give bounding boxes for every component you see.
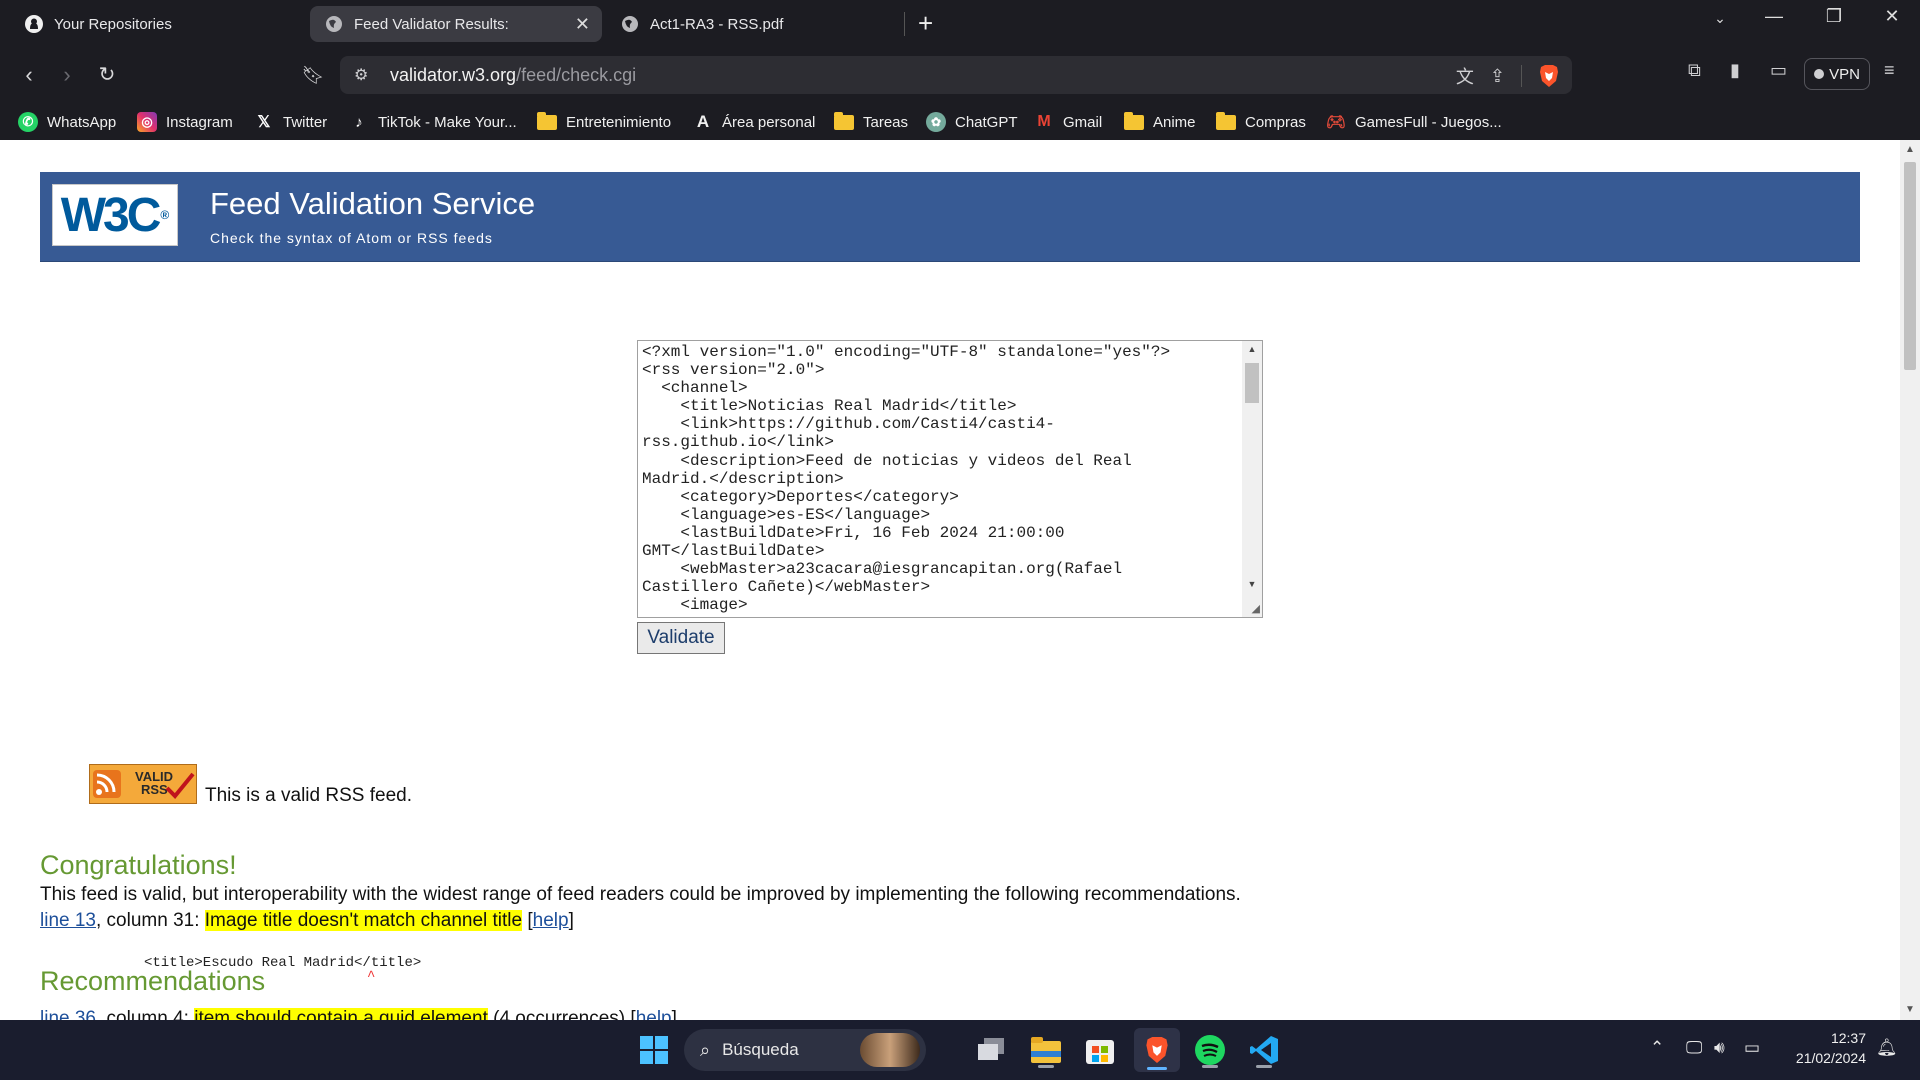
x-icon: 𝕏	[257, 114, 271, 131]
microsoft-store-icon[interactable]	[1080, 1030, 1120, 1070]
recommendation-message: Image title doesn't match channel title	[204, 910, 523, 931]
recommendation-item: line 13, column 31: Image title doesn't …	[40, 910, 574, 931]
bookmark-chatgpt[interactable]: ✿ ChatGPT	[926, 110, 1018, 134]
globe-icon	[324, 14, 344, 34]
reload-button[interactable]: ↻	[92, 60, 122, 90]
tab-your-repositories[interactable]: Your Repositories	[10, 6, 310, 42]
site-settings-icon[interactable]: ⚙︎	[354, 65, 368, 85]
close-icon[interactable]: ✕	[575, 14, 590, 35]
recommendation-item: line 36, column 4: item should contain a…	[40, 1008, 677, 1020]
new-tab-button[interactable]: +	[918, 8, 933, 39]
page-scroll-thumb[interactable]	[1904, 162, 1916, 370]
battery-icon[interactable]: ▭	[1744, 1038, 1760, 1058]
url-text[interactable]: validator.w3.org/feed/check.cgi	[390, 65, 636, 86]
notification-bell-icon[interactable]: 🔔︎	[1876, 1038, 1898, 1058]
running-indicator	[1038, 1065, 1054, 1068]
scroll-down-icon[interactable]: ▼	[1900, 1004, 1920, 1015]
bookmark-icon[interactable]: 🔖︎	[298, 60, 328, 90]
browser-toolbar: ‹ › ↻ 🔖︎ ⚙︎ validator.w3.org/feed/check.…	[0, 46, 1920, 104]
running-indicator	[1256, 1065, 1272, 1068]
folder-icon	[834, 111, 854, 132]
tab-label: Feed Validator Results:	[354, 15, 509, 33]
instagram-icon: ◎	[137, 112, 157, 132]
moodle-icon: A	[696, 112, 710, 131]
spotify-icon[interactable]	[1190, 1030, 1230, 1070]
system-clock[interactable]: 12:37 21/02/2024	[1784, 1028, 1866, 1068]
bookmark-twitter[interactable]: 𝕏 Twitter	[254, 110, 328, 134]
search-icon: ⌕	[700, 1039, 711, 1060]
restore-button[interactable]: ❐	[1814, 6, 1854, 27]
file-explorer-icon[interactable]	[1026, 1030, 1066, 1070]
tiktok-icon: ♪	[355, 113, 363, 131]
recommendation-message: item should contain a guid element	[194, 1008, 488, 1020]
folder-icon	[1124, 111, 1144, 132]
error-caret: ^	[367, 969, 376, 985]
line-link[interactable]: line 36	[40, 1008, 96, 1020]
bookmark-folder-compras[interactable]: Compras	[1216, 110, 1306, 134]
tab-strip: Your Repositories Feed Validator Results…	[0, 0, 1920, 46]
line-link[interactable]: line 13	[40, 910, 96, 931]
translate-icon[interactable]: 文	[1456, 63, 1474, 89]
vpn-button[interactable]: VPN	[1804, 58, 1870, 90]
back-button[interactable]: ‹	[14, 60, 44, 90]
code-snippet: <title>Escudo Real Madrid</title>	[144, 955, 422, 971]
volume-icon[interactable]: 🔊︎	[1714, 1038, 1725, 1058]
bookmark-instagram[interactable]: ◎ Instagram	[137, 110, 233, 134]
minimize-button[interactable]: —	[1754, 6, 1794, 27]
github-icon	[24, 14, 44, 34]
bookmark-folder-anime[interactable]: Anime	[1124, 110, 1196, 134]
tab-list-chevron-icon[interactable]: ⌄	[1700, 10, 1740, 27]
address-bar[interactable]: ⚙︎ validator.w3.org/feed/check.cgi 文 ⇪	[340, 56, 1572, 94]
recommendations-intro: This feed is valid, but interoperability…	[40, 884, 1241, 905]
tab-label: Your Repositories	[54, 15, 172, 33]
bookmarks-bar: ✆ WhatsApp ◎ Instagram 𝕏 Twitter ♪ TikTo…	[0, 104, 1920, 140]
sidebar-icon[interactable]: ▮	[1730, 60, 1740, 81]
extensions-icon[interactable]: ⧉	[1688, 60, 1701, 81]
bookmark-gamesfull[interactable]: 🎮︎ GamesFull - Juegos...	[1326, 110, 1502, 134]
scroll-up-icon[interactable]: ▲	[1900, 144, 1920, 155]
folder-icon	[1216, 111, 1236, 132]
brave-taskbar-icon[interactable]	[1134, 1028, 1180, 1072]
omnibox-divider	[1521, 65, 1522, 87]
folder-icon	[537, 111, 557, 132]
bookmark-whatsapp[interactable]: ✆ WhatsApp	[18, 110, 116, 134]
active-indicator	[1147, 1067, 1167, 1070]
search-highlight-image	[860, 1033, 920, 1067]
forward-button[interactable]: ›	[52, 60, 82, 90]
page-scrollbar[interactable]: ▲ ▼	[1900, 140, 1920, 1020]
tab-feed-validator[interactable]: Feed Validator Results: ✕	[310, 6, 602, 42]
running-indicator	[1202, 1065, 1218, 1068]
tab-act1-pdf[interactable]: Act1-RA3 - RSS.pdf	[606, 6, 896, 42]
vpn-status-icon	[1814, 69, 1825, 79]
network-icon[interactable]: 🖵︎	[1686, 1038, 1702, 1058]
chevron-up-icon[interactable]: ⌃	[1650, 1038, 1664, 1058]
taskbar-search[interactable]: ⌕ Búsqueda	[684, 1029, 926, 1071]
gamepad-icon: 🎮︎	[1325, 114, 1347, 131]
menu-icon[interactable]: ≡	[1884, 60, 1895, 81]
whatsapp-icon: ✆	[18, 112, 38, 132]
bookmark-folder-entretenimiento[interactable]: Entretenimiento	[537, 110, 671, 134]
help-link[interactable]: help	[636, 1008, 672, 1020]
taskbar: ⌕ Búsqueda ⌃ 🖵︎ 🔊︎ ▭ 12:37 21/02/2024 🔔︎	[0, 1020, 1920, 1080]
close-window-button[interactable]: ✕	[1872, 6, 1912, 27]
bookmark-folder-tareas[interactable]: Tareas	[834, 110, 908, 134]
windows-start-icon[interactable]	[634, 1030, 674, 1070]
share-icon[interactable]: ⇪	[1490, 66, 1505, 87]
page-lower-content: This feed is valid, but interoperability…	[0, 140, 1900, 1020]
help-link[interactable]: help	[533, 910, 569, 931]
bookmark-gmail[interactable]: M Gmail	[1034, 110, 1102, 134]
gmail-icon: M	[1037, 113, 1051, 130]
globe-icon	[620, 14, 640, 34]
chatgpt-icon: ✿	[926, 112, 946, 132]
wallet-icon[interactable]: ▭	[1770, 60, 1787, 81]
task-view-icon[interactable]	[972, 1030, 1012, 1070]
tab-label: Act1-RA3 - RSS.pdf	[650, 15, 784, 33]
brave-shields-icon[interactable]	[1538, 64, 1560, 88]
bookmark-tiktok[interactable]: ♪ TikTok - Make Your...	[349, 110, 516, 134]
bookmark-area-personal[interactable]: A Área personal	[693, 110, 816, 134]
tab-divider	[904, 12, 905, 36]
vscode-icon[interactable]	[1244, 1030, 1284, 1070]
